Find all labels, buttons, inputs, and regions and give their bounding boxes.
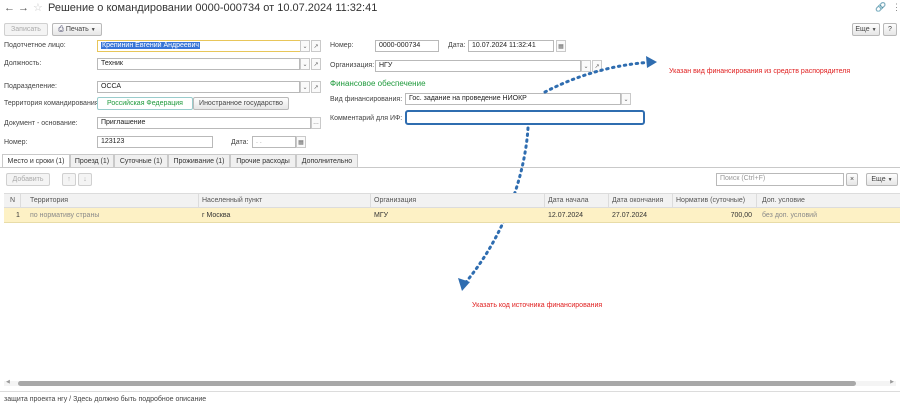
col-divider xyxy=(756,193,757,208)
cell-norm: 700,00 xyxy=(730,212,752,219)
col-divider xyxy=(370,193,371,208)
tab-divider xyxy=(0,167,900,168)
move-up-icon[interactable]: ↑ xyxy=(62,173,76,186)
scroll-left-icon[interactable]: ◀ xyxy=(6,379,10,385)
arrow-to-financing xyxy=(543,60,654,94)
add-button[interactable]: Добавить xyxy=(6,173,50,186)
tab-per-diem[interactable]: Суточные (1) xyxy=(114,154,168,167)
col-divider xyxy=(544,193,545,208)
tab-accommodation[interactable]: Проживание (1) xyxy=(168,154,230,167)
search-clear-icon[interactable]: × xyxy=(846,173,858,186)
cell-extra-condition: без доп. условий xyxy=(762,212,817,219)
col-header-locality[interactable]: Населенный пункт xyxy=(202,197,262,204)
col-header-start-date[interactable]: Дата начала xyxy=(548,197,589,204)
cell-territory: по нормативу страны xyxy=(30,212,100,219)
arrow-head-comment xyxy=(458,278,470,291)
tab-additional[interactable]: Дополнительно xyxy=(296,154,358,167)
col-divider xyxy=(20,193,21,208)
scroll-right-icon[interactable]: ▶ xyxy=(890,379,894,385)
table-more-label: Еще xyxy=(871,176,886,183)
col-divider xyxy=(198,193,199,208)
arrow-head-financing xyxy=(646,56,657,68)
search-input[interactable]: Поиск (Ctrl+F) xyxy=(716,173,844,186)
footer-description: защита проекта нгу / Здесь должно быть п… xyxy=(4,396,207,403)
move-down-icon[interactable]: ↓ xyxy=(78,173,92,186)
col-divider xyxy=(608,193,609,208)
cell-n: 1 xyxy=(16,212,20,219)
cell-start-date: 12.07.2024 xyxy=(548,212,584,219)
cell-organization: МГУ xyxy=(374,212,389,219)
col-header-n[interactable]: N xyxy=(10,197,15,204)
col-header-organization[interactable]: Организация xyxy=(374,197,416,204)
cell-end-date: 27.07.2024 xyxy=(612,212,648,219)
tab-travel[interactable]: Проезд (1) xyxy=(70,154,114,167)
tab-other-expenses[interactable]: Прочие расходы xyxy=(230,154,296,167)
col-header-extra-condition[interactable]: Доп. условие xyxy=(762,197,805,204)
col-divider xyxy=(672,193,673,208)
scrollbar-thumb[interactable] xyxy=(18,381,856,386)
col-header-end-date[interactable]: Дата окончания xyxy=(612,197,663,204)
cell-locality: г Москва xyxy=(202,212,231,219)
col-header-territory[interactable]: Территория xyxy=(30,197,68,204)
horizontal-scrollbar[interactable]: ◀ ▶ xyxy=(4,379,896,386)
table-more-button[interactable]: Еще ▼ xyxy=(866,173,898,186)
tab-place-dates[interactable]: Место и сроки (1) xyxy=(2,154,70,168)
col-header-norm[interactable]: Норматив (суточные) xyxy=(676,197,745,204)
footer-divider xyxy=(0,391,900,392)
chevron-down-icon: ▼ xyxy=(887,176,893,183)
